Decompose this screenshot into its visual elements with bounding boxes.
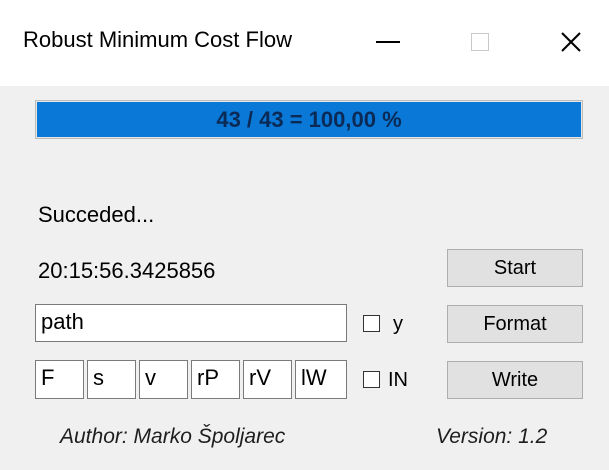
maximize-icon [471, 33, 489, 51]
f-input[interactable]: F [35, 360, 84, 399]
minimize-icon [376, 41, 400, 43]
close-icon [561, 32, 581, 52]
in-checkbox[interactable] [363, 371, 380, 388]
maximize-button[interactable] [450, 18, 510, 66]
window-title: Robust Minimum Cost Flow [23, 27, 292, 52]
status-text: Succeded... [38, 202, 155, 227]
progress-text: 43 / 43 = 100,00 % [216, 106, 402, 132]
format-button[interactable]: Format [447, 305, 583, 343]
progress-bar: 43 / 43 = 100,00 % [35, 100, 583, 139]
path-input[interactable]: path [35, 304, 347, 342]
y-checkbox[interactable] [363, 315, 380, 332]
minimize-button[interactable] [358, 18, 418, 66]
time-text: 20:15:56.3425856 [38, 258, 216, 283]
write-button[interactable]: Write [447, 361, 583, 399]
y-checkbox-label: y [393, 313, 403, 335]
rv-input[interactable]: rV [243, 360, 292, 399]
rp-input[interactable]: rP [191, 360, 240, 399]
close-button[interactable] [541, 18, 601, 66]
start-button[interactable]: Start [447, 249, 583, 287]
author-label: Author: Marko Špoljarec [60, 425, 286, 448]
s-input[interactable]: s [87, 360, 136, 399]
in-checkbox-label: IN [388, 369, 408, 391]
v-input[interactable]: v [139, 360, 188, 399]
version-label: Version: 1.2 [436, 425, 548, 448]
lw-input[interactable]: lW [295, 360, 347, 399]
title-bar: Robust Minimum Cost Flow [0, 0, 609, 86]
